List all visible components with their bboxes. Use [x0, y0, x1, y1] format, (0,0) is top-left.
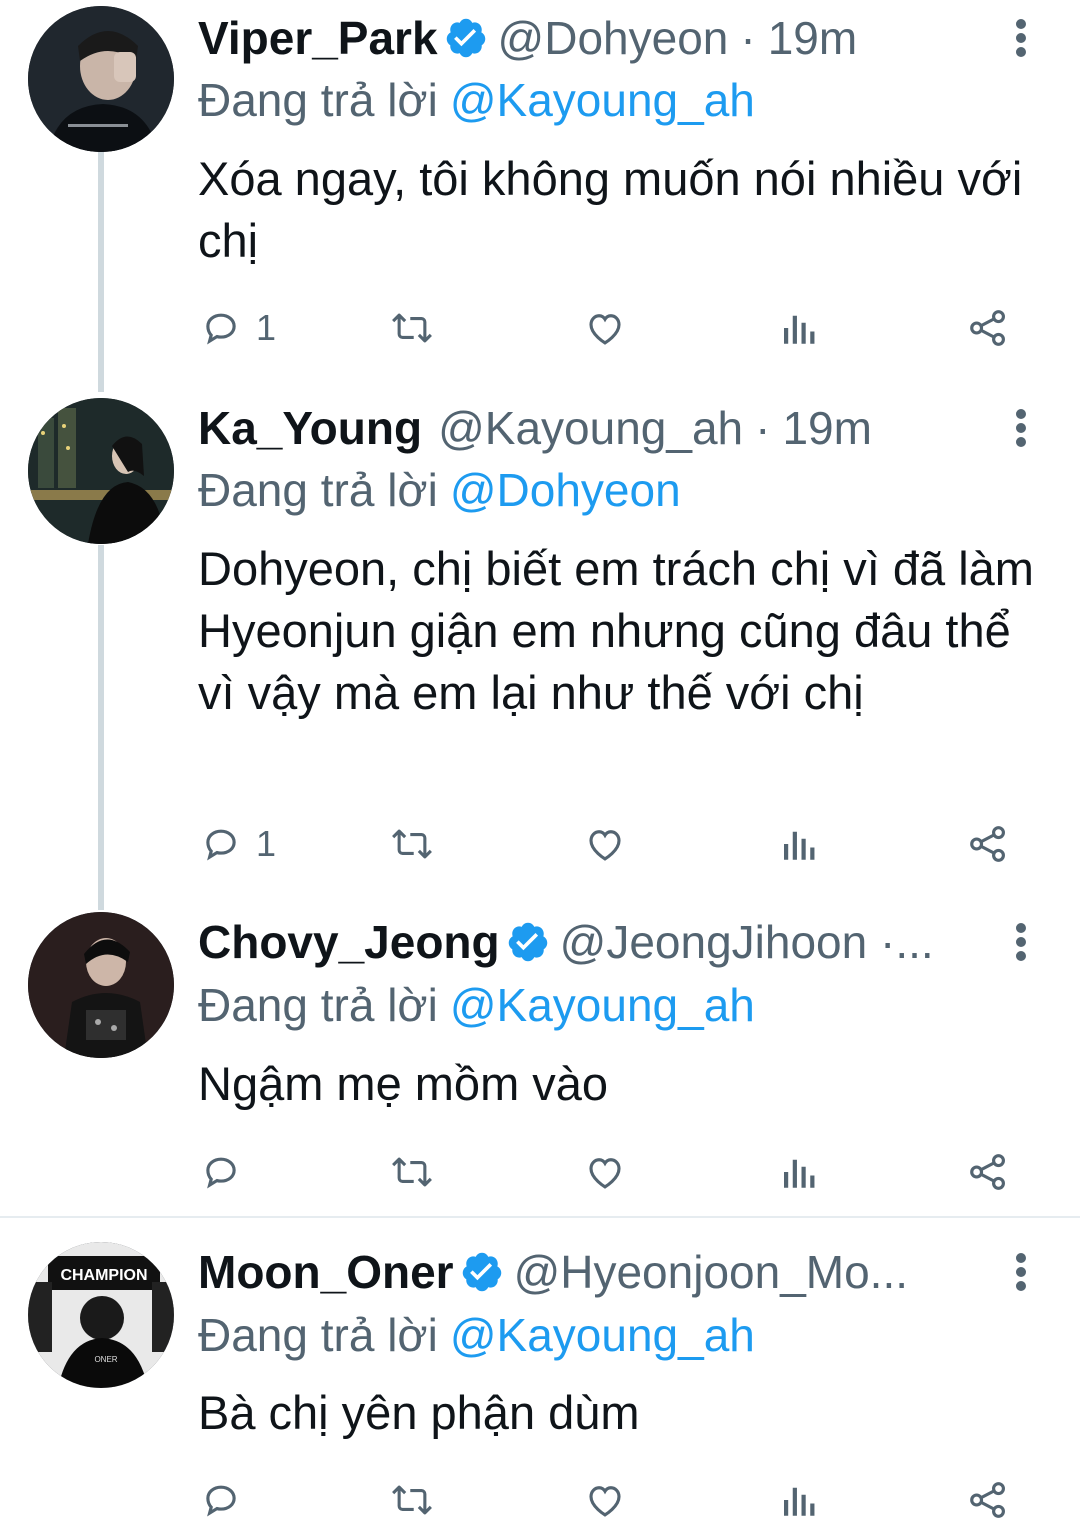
separator-dot: · — [740, 12, 756, 64]
svg-text:ONER: ONER — [94, 1355, 117, 1364]
more-vertical-icon[interactable] — [1006, 398, 1036, 458]
retweet-icon — [392, 829, 432, 859]
reply-button[interactable]: 1 — [200, 814, 276, 874]
views-icon — [784, 315, 815, 344]
reply-icon — [206, 313, 236, 345]
retweet-button[interactable] — [388, 814, 436, 874]
views-icon — [784, 831, 815, 860]
views-icon — [784, 1487, 815, 1516]
share-icon — [970, 1154, 1005, 1190]
thread-line — [98, 545, 104, 910]
tweet-header: Chovy_Jeong @JeongJihoon ·... — [198, 912, 980, 972]
avatar[interactable]: CHAMPION ONER — [28, 1242, 174, 1388]
share-icon — [970, 826, 1005, 862]
tweet-text: Xóa ngay, tôi không muốn nói nhiều với c… — [198, 152, 1023, 267]
replying-to: Đang trả lời @Kayoung_ah — [198, 1305, 755, 1365]
like-icon — [589, 314, 621, 345]
tweet-text: Ngậm mẹ mồm vào — [198, 1057, 609, 1110]
retweet-icon — [392, 313, 432, 343]
verified-badge-icon — [462, 1252, 501, 1292]
tweet-header: Ka_Young @Kayoung_ah · 19m — [198, 398, 980, 458]
like-icon — [589, 1158, 621, 1189]
like-button[interactable] — [583, 814, 627, 874]
share-button[interactable] — [966, 1470, 1010, 1530]
display-name[interactable]: Moon_Oner — [198, 1242, 454, 1302]
thread-line — [98, 150, 104, 392]
verified-badge-icon — [508, 922, 547, 962]
handle[interactable]: @Kayoung_ah — [438, 398, 743, 458]
replying-to: Đang trả lời @Dohyeon — [198, 460, 681, 520]
handle[interactable]: @JeongJihoon ·... — [560, 912, 934, 972]
replying-to-label: Đang trả lời — [198, 464, 438, 516]
share-button[interactable] — [966, 298, 1010, 358]
reply-button[interactable]: 1 — [200, 298, 276, 358]
reply-button[interactable] — [200, 1470, 256, 1530]
reply-count: 1 — [256, 823, 277, 864]
more-vertical-icon[interactable] — [1006, 1242, 1036, 1302]
like-icon — [589, 1486, 621, 1517]
tweet-actions: 1 — [198, 814, 1028, 874]
views-button[interactable] — [778, 298, 818, 358]
tweet-header: Viper_Park @Dohyeon · 19m — [198, 8, 980, 68]
timestamp[interactable]: 19m — [768, 8, 857, 68]
views-icon — [784, 1159, 815, 1188]
replying-to-label: Đang trả lời — [198, 1309, 438, 1361]
retweet-button[interactable] — [388, 1142, 436, 1202]
like-button[interactable] — [583, 1142, 627, 1202]
tweet-divider — [0, 1216, 1080, 1218]
display-name[interactable]: Viper_Park — [198, 8, 438, 68]
tweet-text: Dohyeon, chị biết em trách chị vì đã làm… — [198, 542, 1034, 719]
share-icon — [970, 1482, 1005, 1518]
tweet-actions — [198, 1142, 1028, 1202]
handle[interactable]: @Hyeonjoon_Mo... — [514, 1242, 908, 1302]
replying-to-label: Đang trả lời — [198, 74, 438, 126]
views-button[interactable] — [778, 1470, 818, 1530]
avatar[interactable] — [28, 398, 174, 544]
reply-count: 1 — [256, 307, 277, 348]
separator-dot: · — [755, 402, 771, 454]
display-name[interactable]: Chovy_Jeong — [198, 912, 500, 972]
like-button[interactable] — [583, 1470, 627, 1530]
more-vertical-icon[interactable] — [1006, 8, 1036, 68]
retweet-icon — [392, 1157, 432, 1187]
replying-to-label: Đang trả lời — [198, 979, 438, 1031]
share-icon — [970, 310, 1005, 346]
tweet-text: Bà chị yên phận dùm — [198, 1386, 640, 1439]
avatar[interactable] — [28, 6, 174, 152]
retweet-button[interactable] — [388, 1470, 436, 1530]
tweet-actions — [198, 1470, 1028, 1530]
more-vertical-icon[interactable] — [1006, 912, 1036, 972]
replying-to: Đang trả lời @Kayoung_ah — [198, 975, 755, 1035]
tweet-header: Moon_Oner @Hyeonjoon_Mo... — [198, 1242, 980, 1302]
share-button[interactable] — [966, 1142, 1010, 1202]
handle[interactable]: @Dohyeon — [498, 8, 729, 68]
avatar[interactable] — [28, 912, 174, 1058]
mention-link[interactable]: @Kayoung_ah — [450, 74, 755, 126]
mention-link[interactable]: @Kayoung_ah — [450, 1309, 755, 1361]
mention-link[interactable]: @Kayoung_ah — [450, 979, 755, 1031]
share-button[interactable] — [966, 814, 1010, 874]
views-button[interactable] — [778, 814, 818, 874]
reply-icon — [206, 1485, 236, 1517]
timestamp[interactable]: 19m — [782, 398, 871, 458]
retweet-button[interactable] — [388, 298, 436, 358]
verified-badge-icon — [446, 18, 485, 58]
svg-text:CHAMPION: CHAMPION — [60, 1267, 147, 1284]
like-icon — [589, 830, 621, 861]
retweet-icon — [392, 1485, 432, 1515]
reply-button[interactable] — [200, 1142, 256, 1202]
reply-icon — [206, 1157, 236, 1189]
mention-link[interactable]: @Dohyeon — [450, 464, 681, 516]
reply-icon — [206, 829, 236, 861]
views-button[interactable] — [778, 1142, 818, 1202]
replying-to: Đang trả lời @Kayoung_ah — [198, 70, 755, 130]
like-button[interactable] — [583, 298, 627, 358]
tweet-actions: 1 — [198, 298, 1028, 358]
display-name[interactable]: Ka_Young — [198, 398, 422, 458]
